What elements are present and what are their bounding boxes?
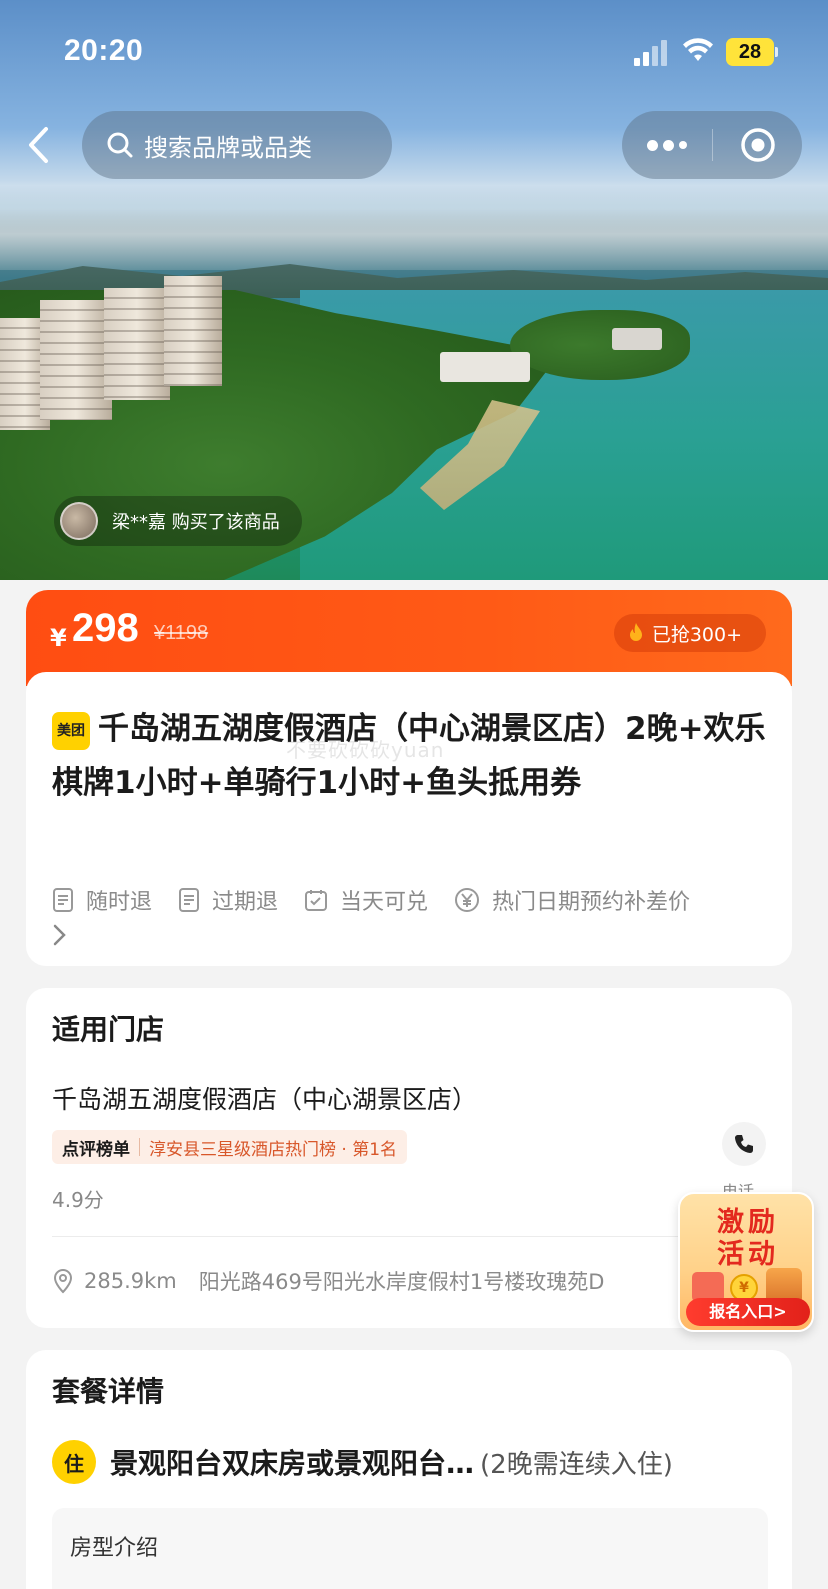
- buyer-ticker-text: 梁**嘉 购买了该商品: [112, 512, 280, 533]
- section-title-package: 套餐详情: [52, 1375, 165, 1408]
- battery-tip: [775, 47, 778, 57]
- room-note: (2晚需连续入住): [480, 1449, 673, 1480]
- mini-program-capsule: [622, 111, 802, 179]
- incentive-promo-widget[interactable]: 激励 活动 ¥ 报名入口>: [678, 1192, 814, 1332]
- currency-symbol: ¥: [50, 624, 67, 652]
- tag-label: 当天可兑: [340, 890, 429, 915]
- original-price: ¥1198: [154, 622, 209, 644]
- fire-icon: [629, 623, 642, 641]
- rank-logo: 点评榜单: [62, 1139, 130, 1160]
- stay-badge: 住: [52, 1440, 96, 1484]
- target-icon: [740, 128, 775, 162]
- refund-icon: [53, 888, 73, 912]
- phone-icon: [735, 1135, 753, 1153]
- promo-signup-button[interactable]: 报名入口>: [686, 1298, 810, 1326]
- search-bar[interactable]: 搜索品牌或品类: [82, 111, 392, 179]
- tag-label: 过期退: [212, 890, 279, 915]
- buyer-ticker: 梁**嘉 购买了该商品: [54, 496, 302, 546]
- search-icon: [107, 132, 133, 158]
- store-name[interactable]: 千岛湖五湖度假酒店（中心湖景区店）: [52, 1080, 477, 1116]
- building: [40, 300, 112, 420]
- room-intro-box[interactable]: 房型介绍: [52, 1508, 768, 1589]
- service-tags[interactable]: 随时退 过期退 当天可兑 热门日期预约补差价: [52, 880, 768, 952]
- back-button[interactable]: [18, 122, 58, 168]
- call-button[interactable]: [722, 1122, 766, 1166]
- building: [104, 288, 170, 400]
- yen-circle-icon: [455, 888, 480, 912]
- watermark-text: 不要砍砍砍yuan: [286, 738, 445, 762]
- divider: [52, 1236, 768, 1237]
- address: 阳光路469号阳光水岸度假村1号楼玫瑰苑D: [198, 1270, 605, 1294]
- room-intro-label: 房型介绍: [70, 1536, 159, 1561]
- package-card: 套餐详情 住 景观阳台双床房或景观阳台… (2晚需连续入住) 房型介绍: [26, 1350, 792, 1589]
- location-icon: [53, 1268, 73, 1294]
- sold-count-text: 已抢300+: [651, 623, 742, 646]
- wifi-icon: [683, 38, 713, 61]
- room-row[interactable]: 住 景观阳台双床房或景观阳台… (2晚需连续入住): [52, 1440, 673, 1484]
- tag-refund-expired: 过期退: [178, 880, 278, 920]
- tag-peak-surcharge: 热门日期预约补差价: [454, 880, 690, 920]
- refund-icon: [179, 888, 200, 912]
- rank-text: 淳安县三星级酒店热门榜 · 第1名: [149, 1139, 398, 1160]
- meituan-badge: 美团: [52, 712, 90, 750]
- promo-title-line2: 活动: [717, 1239, 779, 1270]
- villa: [440, 352, 530, 382]
- distance: 285.9km: [84, 1269, 177, 1293]
- section-title-store: 适用门店: [52, 1013, 165, 1046]
- avatar: [60, 502, 98, 540]
- tag-same-day: 当天可兑: [304, 880, 428, 920]
- peninsula: [510, 310, 690, 380]
- rank-divider: [139, 1138, 140, 1156]
- sold-count-badge: 已抢300+: [613, 614, 766, 652]
- signal-icon: [634, 40, 668, 66]
- close-mini-program-button[interactable]: [713, 111, 802, 179]
- room-name: 景观阳台双床房或景观阳台…: [110, 1447, 475, 1480]
- more-button[interactable]: [622, 111, 712, 179]
- sky-haze: [0, 180, 828, 270]
- search-placeholder: 搜索品牌或品类: [144, 133, 312, 162]
- store-address-row[interactable]: 285.9km 阳光路469号阳光水岸度假村1号楼玫瑰苑D: [52, 1266, 604, 1296]
- status-time: 20:20: [64, 34, 144, 67]
- product-card: 美团 千岛湖五湖度假酒店（中心湖景区店）2晚+欢乐棋牌1小时+单骑行1小时+鱼头抵…: [26, 672, 792, 966]
- building: [164, 276, 222, 386]
- tag-label: 热门日期预约补差价: [492, 890, 691, 915]
- villa: [612, 328, 662, 350]
- current-price: 298: [72, 606, 139, 650]
- tag-refund-anytime: 随时退: [52, 880, 152, 920]
- tags-more[interactable]: [52, 922, 768, 952]
- battery-indicator: 28: [726, 38, 774, 66]
- store-score: 4.9分: [52, 1188, 104, 1212]
- back-arrow-icon: [29, 127, 48, 163]
- tag-label: 随时退: [86, 890, 153, 915]
- ranking-badge[interactable]: 点评榜单 淳安县三星级酒店热门榜 · 第1名: [52, 1130, 408, 1164]
- calendar-check-icon: [305, 890, 328, 911]
- chevron-right-icon: [53, 924, 66, 946]
- hero-image[interactable]: [0, 0, 828, 580]
